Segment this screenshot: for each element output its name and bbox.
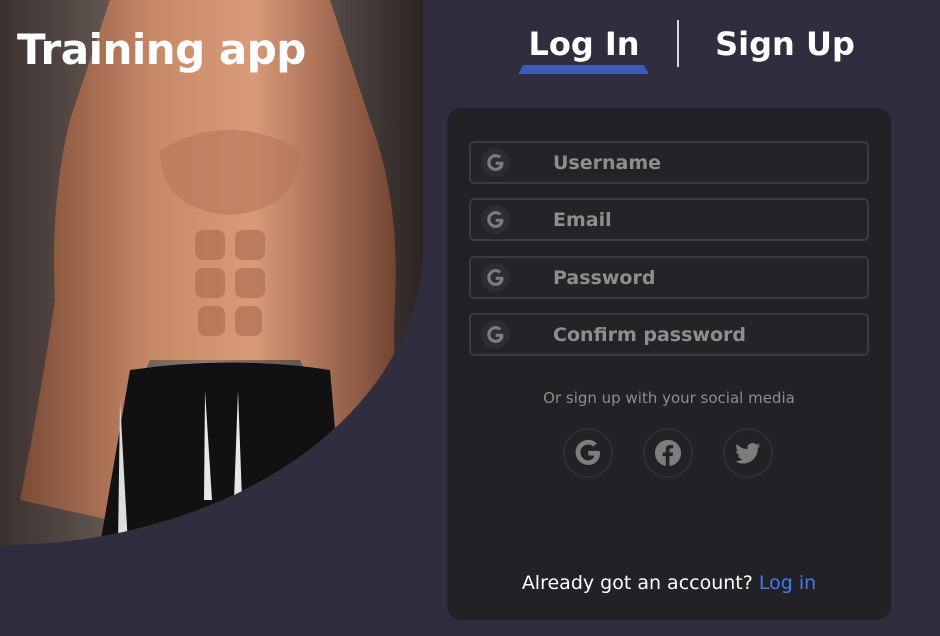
username-field[interactable] — [469, 141, 869, 184]
login-prompt-text: Already got an account? — [521, 572, 753, 594]
login-prompt: Already got an account? Log in — [447, 570, 891, 596]
tab-login[interactable]: Log In — [513, 20, 655, 70]
confirm-password-input[interactable] — [553, 315, 853, 354]
google-icon — [480, 147, 511, 178]
tab-signup[interactable]: Sign Up — [700, 20, 870, 70]
active-tab-indicator — [518, 65, 649, 74]
twitter-icon — [735, 442, 761, 464]
app-title: Training app — [17, 25, 306, 74]
app-root: Training app Log In Sign Up Username Ema… — [0, 0, 940, 636]
twitter-signup-button[interactable] — [723, 428, 773, 478]
hero-image-panel: Training app — [0, 0, 423, 545]
email-input[interactable] — [553, 200, 853, 239]
google-icon — [480, 319, 511, 350]
google-signup-button[interactable] — [563, 428, 613, 478]
social-signup-prompt: Or sign up with your social media — [543, 389, 795, 407]
facebook-signup-button[interactable] — [643, 428, 693, 478]
signup-form-card: Or sign up with your social media Alread… — [447, 108, 891, 620]
confirm-password-field[interactable] — [469, 313, 869, 356]
tab-divider — [677, 20, 679, 67]
login-link[interactable]: Log in — [759, 572, 816, 594]
password-input[interactable] — [553, 258, 853, 297]
facebook-icon — [654, 439, 682, 467]
username-input[interactable] — [553, 143, 853, 182]
google-icon — [575, 439, 601, 465]
email-field[interactable] — [469, 198, 869, 241]
google-icon — [480, 204, 511, 235]
password-field[interactable] — [469, 256, 869, 299]
google-icon — [480, 262, 511, 293]
fitness-model-image — [0, 0, 423, 545]
